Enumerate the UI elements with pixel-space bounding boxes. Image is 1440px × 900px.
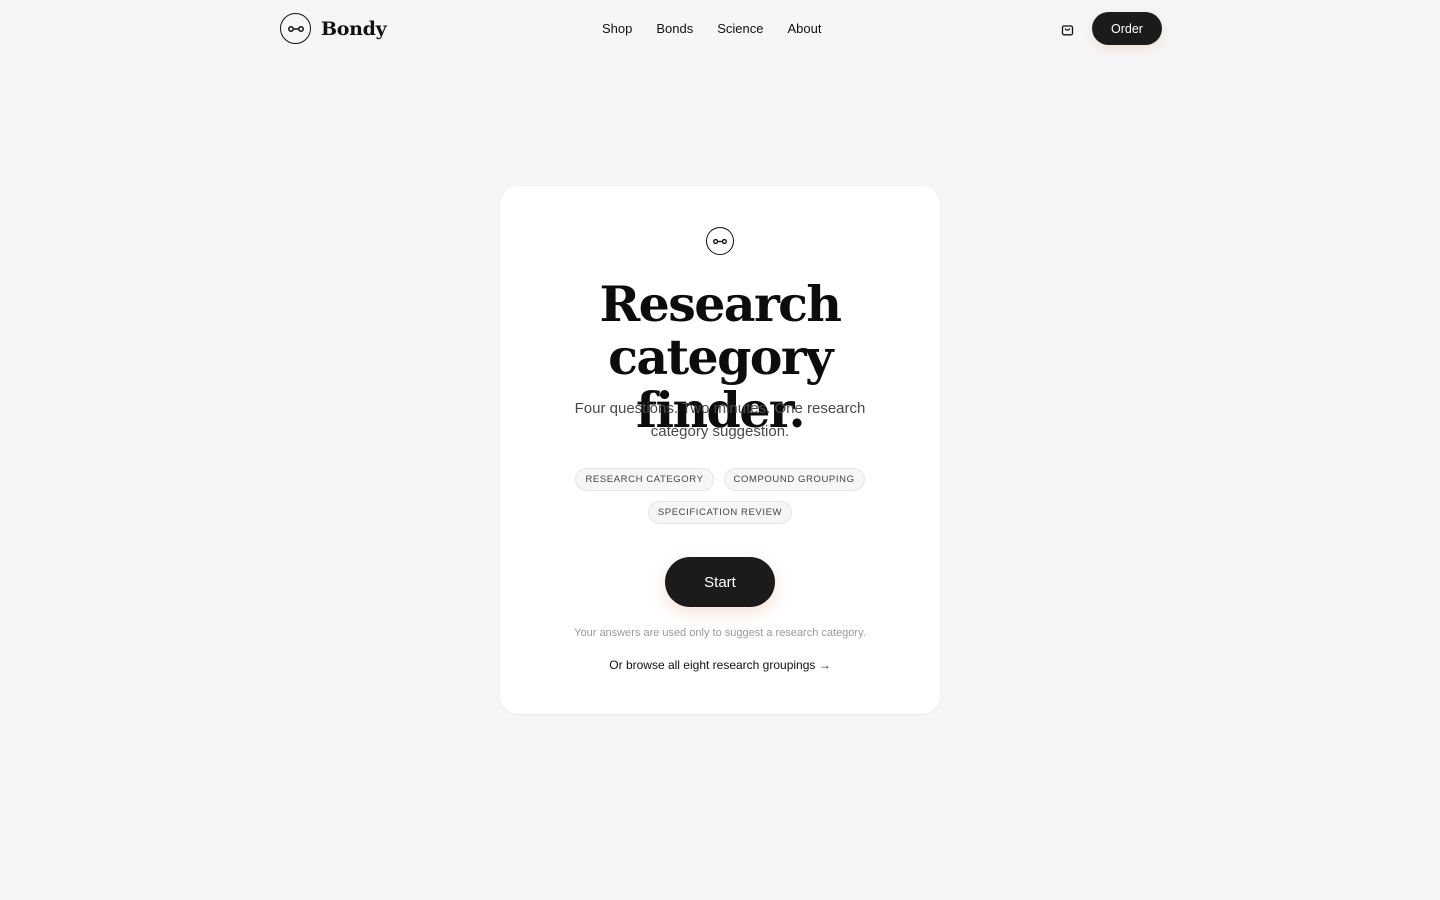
start-button[interactable]: Start (665, 557, 775, 607)
browse-groupings-link[interactable]: Or browse all eight research groupings → (500, 658, 940, 672)
bond-link-icon (706, 227, 734, 255)
subtitle: Four questions. Two minutes. One researc… (574, 400, 866, 440)
nav-item-about[interactable]: About (776, 19, 834, 38)
main-nav: Shop Bonds Science About (590, 19, 833, 38)
order-button[interactable]: Order (1092, 12, 1162, 45)
shopping-bag-icon[interactable] (1054, 17, 1080, 41)
tag-list: Research category Compound grouping Spec… (540, 468, 900, 524)
title-line-1: Research (599, 275, 842, 333)
finder-card: Research category finder. Four questions… (500, 186, 940, 714)
tag-compound-grouping: Compound grouping (723, 468, 865, 491)
privacy-note: Your answers are used only to suggest a … (574, 627, 866, 639)
brand-logo[interactable]: Bondy (280, 12, 387, 45)
tag-research-category: Research category (575, 468, 714, 491)
nav-item-bonds[interactable]: Bonds (644, 19, 705, 38)
nav-item-shop[interactable]: Shop (590, 19, 644, 38)
bond-link-icon (280, 13, 311, 44)
nav-item-science[interactable]: Science (705, 19, 775, 38)
brand-name: Bondy (321, 17, 387, 40)
site-header: Bondy Shop Bonds Science About Order (0, 0, 1440, 58)
tag-specification-review: Specification review (647, 501, 793, 524)
